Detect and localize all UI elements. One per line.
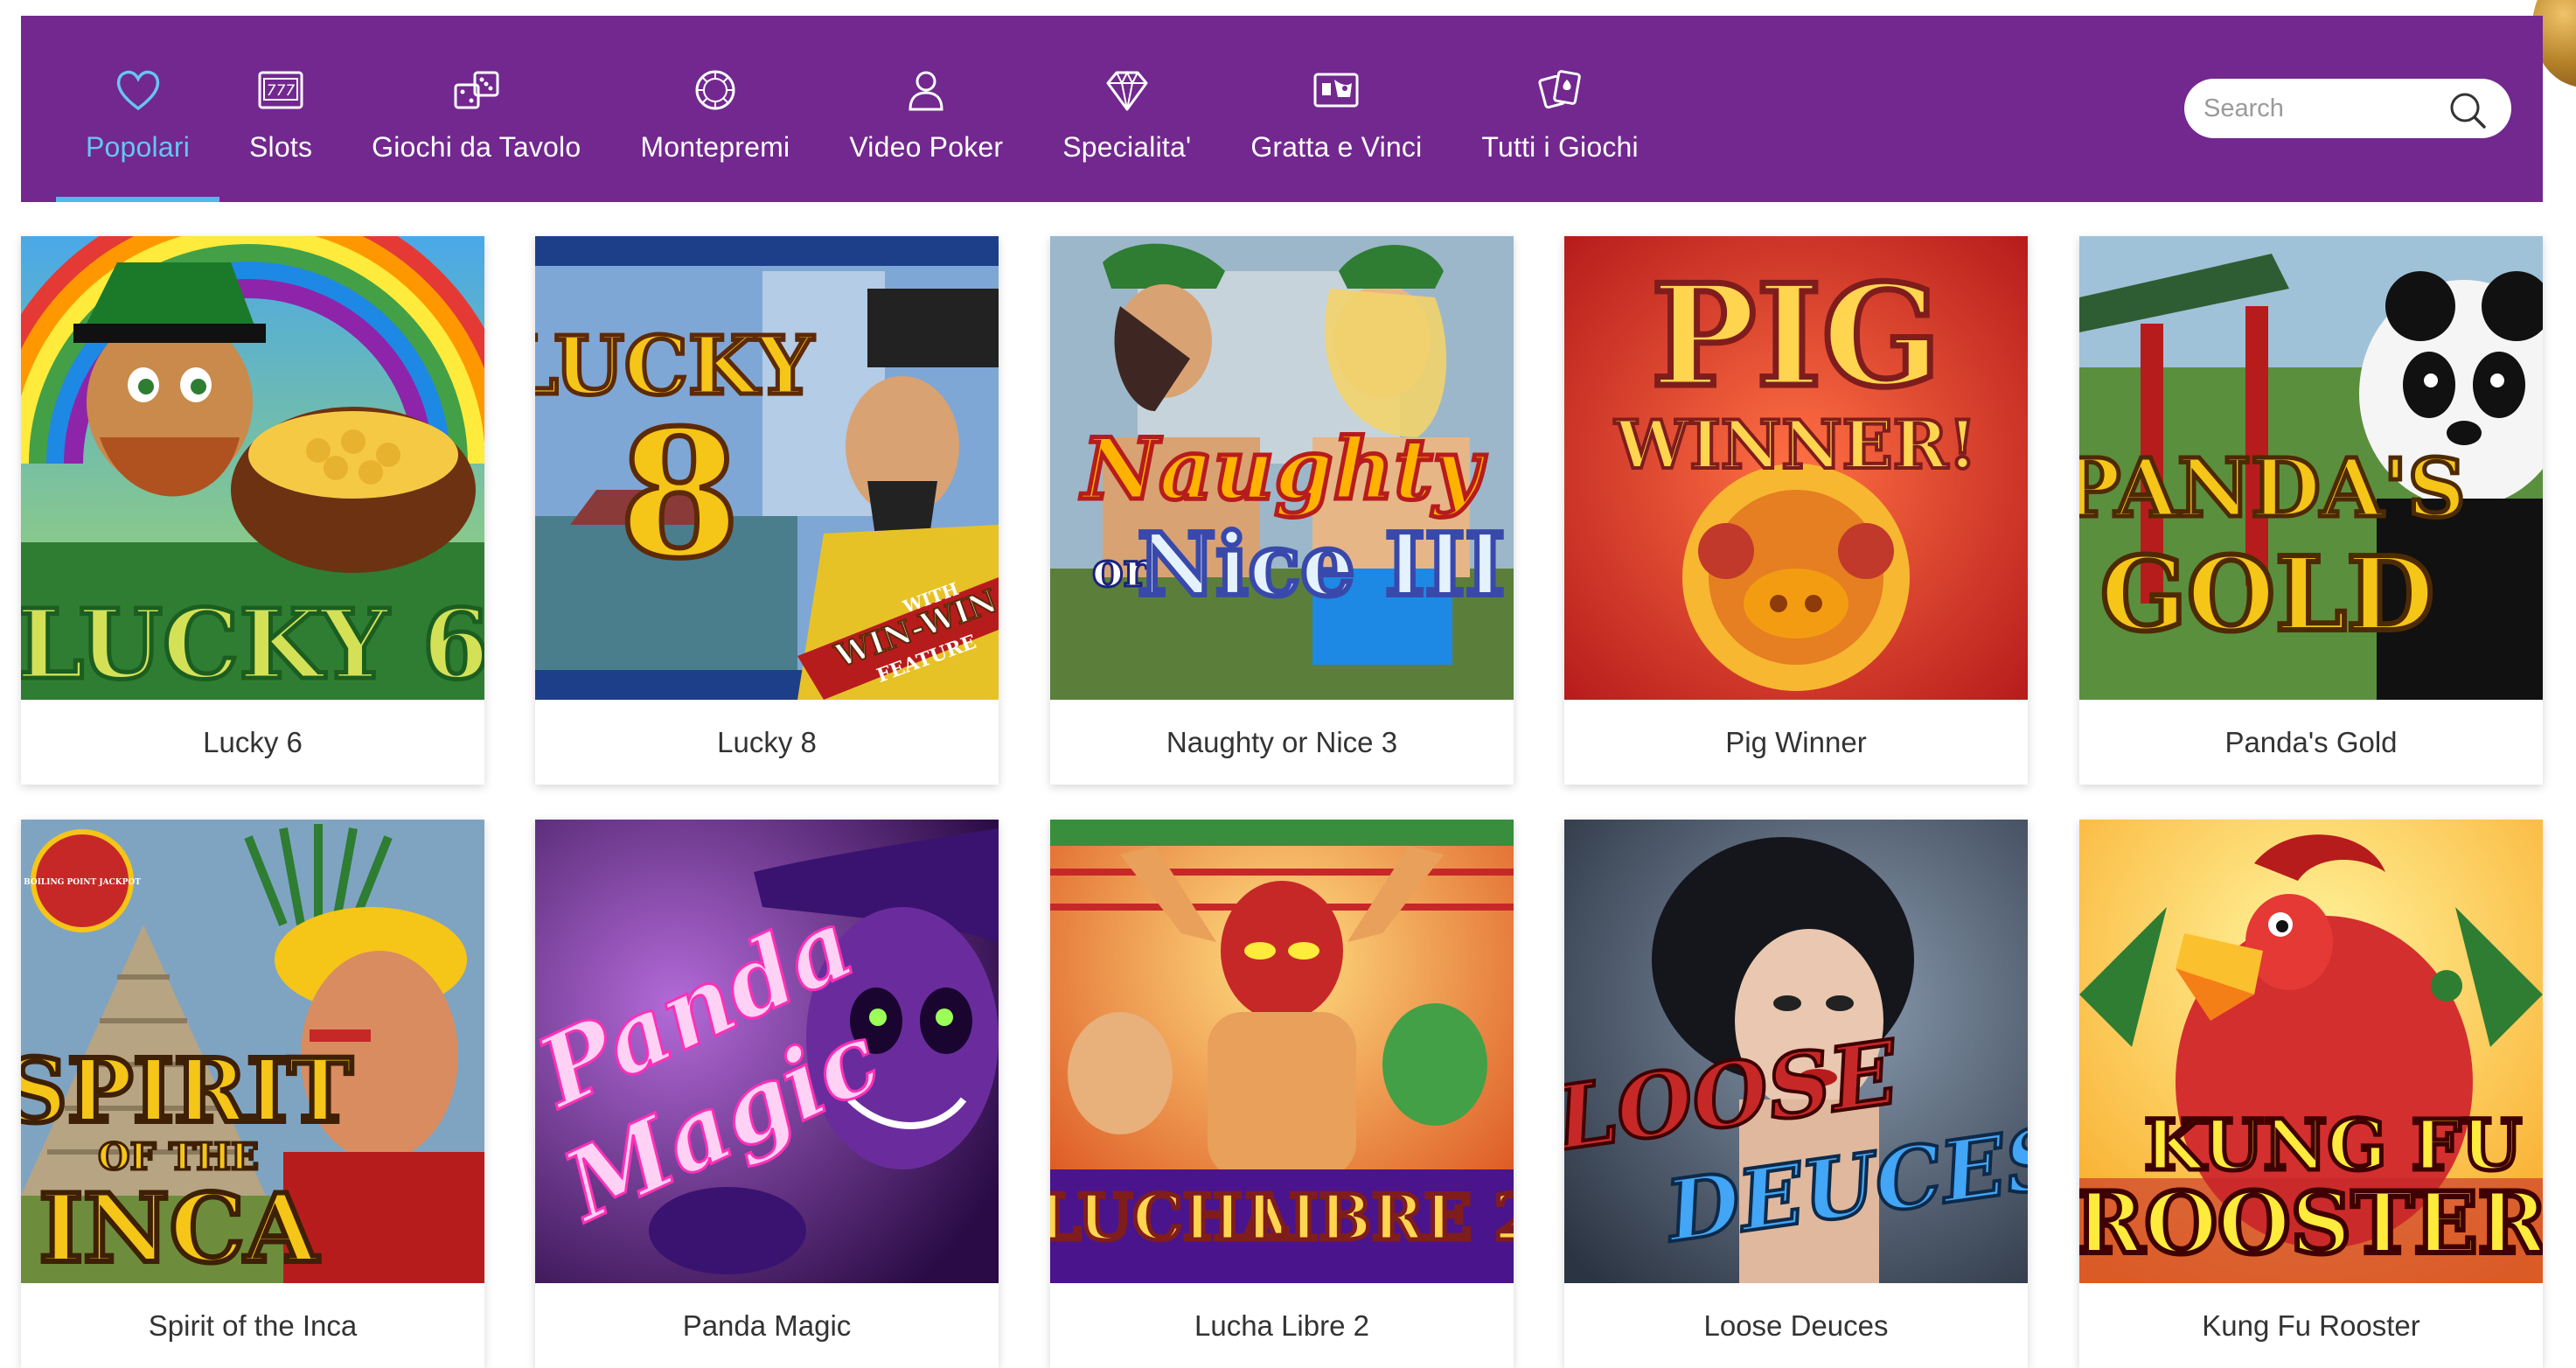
search-box <box>2184 79 2511 138</box>
game-thumbnail[interactable]: Panda Magic <box>535 820 999 1283</box>
game-art-text: LIBRE 2 <box>1244 1180 1514 1254</box>
game-title: Loose Deuces <box>1703 1309 1889 1342</box>
tab-label: Tutti i Giochi <box>1481 131 1639 163</box>
game-title: Lucha Libre 2 <box>1194 1309 1369 1342</box>
tab-popolari[interactable]: Popolari <box>56 16 220 202</box>
game-art-text: PIG <box>1651 254 1941 418</box>
tab-tutti-i-giochi[interactable]: Tutti i Giochi <box>1452 16 1667 202</box>
person-icon <box>900 66 952 114</box>
game-art-text: LUCKY 6 <box>21 588 484 700</box>
game-card-lucha-libre-2[interactable]: LUCHA LIBRE 2 Lucha Libre 2 <box>1050 820 1514 1368</box>
game-card-spirit-of-the-inca[interactable]: BOILING POINT JACKPOT SPIRIT OF THE INCA… <box>21 820 484 1368</box>
tab-label: Video Poker <box>849 131 1004 163</box>
tab-label: Giochi da Tavolo <box>372 131 581 163</box>
tab-gratta-e-vinci[interactable]: Gratta e Vinci <box>1221 16 1452 202</box>
main-navbar: Popolari 777 Slots Giochi da Tavolo Mont… <box>21 16 2543 202</box>
tab-label: Gratta e Vinci <box>1250 131 1423 163</box>
heart-icon <box>112 66 164 114</box>
game-art-text: Naughty <box>1080 420 1487 519</box>
game-title: Lucky 8 <box>717 726 817 758</box>
diamond-icon <box>1101 66 1153 114</box>
game-art-text: WINNER! <box>1614 406 1977 484</box>
game-title: Lucky 6 <box>203 726 303 758</box>
game-art-text: INCA <box>39 1174 320 1283</box>
game-card-panda-magic[interactable]: Panda Magic Panda Magic <box>535 820 999 1368</box>
game-title: Kung Fu Rooster <box>2202 1309 2420 1342</box>
game-card-loose-deuces[interactable]: LOOSE DEUCES Loose Deuces <box>1564 820 2028 1368</box>
tab-label: Popolari <box>86 131 191 163</box>
game-card-lucky-8[interactable]: LUCKY 8 WITH WIN-WIN FEATURE Lucky 8 <box>535 236 999 785</box>
game-card-naughty-or-nice-3[interactable]: Naughty or Nice III Naughty or Nice 3 <box>1050 236 1514 785</box>
game-thumbnail[interactable]: PANDA'S GOLD <box>2079 236 2543 700</box>
game-art-text: ROOSTER <box>2079 1174 2543 1273</box>
game-card-lucky-6[interactable]: LUCKY 6 Lucky 6 <box>21 236 484 785</box>
game-art-text: 8 <box>618 392 740 597</box>
game-card-pandas-gold[interactable]: PANDA'S GOLD Panda's Gold <box>2079 236 2543 785</box>
search-icon[interactable] <box>2448 91 2487 129</box>
game-title: Panda Magic <box>682 1309 852 1342</box>
slot-machine-icon: 777 <box>254 66 307 114</box>
game-thumbnail[interactable]: LUCKY 8 WITH WIN-WIN FEATURE <box>535 236 999 700</box>
game-thumbnail[interactable]: KUNG FU ROOSTER <box>2079 820 2543 1283</box>
tab-label: Specialita' <box>1062 131 1192 163</box>
tab-montepremi[interactable]: Montepremi <box>610 16 819 202</box>
category-tabs: Popolari 777 Slots Giochi da Tavolo Mont… <box>56 16 1668 202</box>
game-title: Panda's Gold <box>2224 726 2398 758</box>
game-art-text: SPIRIT <box>21 1039 352 1142</box>
game-thumbnail[interactable]: PIG WINNER! <box>1564 236 2028 700</box>
game-title: Spirit of the Inca <box>148 1309 358 1342</box>
game-thumbnail[interactable]: LUCHA LIBRE 2 <box>1050 820 1514 1283</box>
active-tab-indicator <box>56 197 220 202</box>
game-art-text: PANDA'S <box>2079 441 2466 535</box>
game-title: Pig Winner <box>1725 726 1867 758</box>
tab-video-poker[interactable]: Video Poker <box>819 16 1033 202</box>
scratch-card-icon <box>1310 66 1362 114</box>
game-thumbnail[interactable]: BOILING POINT JACKPOT SPIRIT OF THE INCA <box>21 820 484 1283</box>
game-thumbnail[interactable]: LOOSE DEUCES <box>1564 820 2028 1283</box>
tab-giochi-da-tavolo[interactable]: Giochi da Tavolo <box>342 16 610 202</box>
game-art-text: Nice III <box>1138 515 1505 616</box>
game-title: Naughty or Nice 3 <box>1166 726 1398 758</box>
game-art-text: GOLD <box>2100 535 2434 654</box>
game-card-kung-fu-rooster[interactable]: KUNG FU ROOSTER Kung Fu Rooster <box>2079 820 2543 1368</box>
playing-cards-icon <box>1534 66 1586 114</box>
game-art-text: OF THE <box>98 1135 259 1178</box>
game-art-text: BOILING POINT JACKPOT <box>24 878 141 887</box>
tab-specialita[interactable]: Specialita' <box>1033 16 1221 202</box>
search-input[interactable] <box>2204 87 2431 130</box>
jackpot-wheel-icon <box>689 66 741 114</box>
game-thumbnail[interactable]: Naughty or Nice III <box>1050 236 1514 700</box>
game-card-pig-winner[interactable]: PIG WINNER! Pig Winner <box>1564 236 2028 785</box>
tab-slots[interactable]: 777 Slots <box>219 16 342 202</box>
dice-icon <box>450 66 503 114</box>
game-thumbnail[interactable]: LUCKY 6 <box>21 236 484 700</box>
tab-label: Slots <box>249 131 313 163</box>
svg-text:777: 777 <box>267 82 296 100</box>
tab-label: Montepremi <box>640 131 790 163</box>
